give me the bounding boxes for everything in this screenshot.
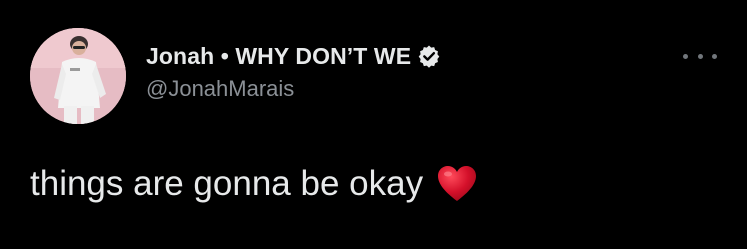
author-handle[interactable]: @JonahMarais [146, 76, 294, 102]
tweet-card: Jonah • WHY DON’T WE @JonahMarais things… [0, 0, 747, 249]
author-display-name[interactable]: Jonah • WHY DON’T WE [146, 43, 411, 70]
more-options-icon[interactable] [683, 46, 717, 66]
more-dot [697, 53, 703, 59]
more-dot [712, 53, 717, 59]
tweet-text: things are gonna be okay [30, 164, 424, 203]
avatar[interactable] [30, 28, 126, 124]
author-name-row[interactable]: Jonah • WHY DON’T WE [146, 40, 441, 72]
verified-badge-icon [417, 44, 441, 68]
more-dot [683, 53, 688, 59]
heart-emoji-icon [437, 165, 477, 203]
tweet-body: things are gonna be okay [30, 164, 477, 204]
profile-photo [30, 28, 126, 124]
